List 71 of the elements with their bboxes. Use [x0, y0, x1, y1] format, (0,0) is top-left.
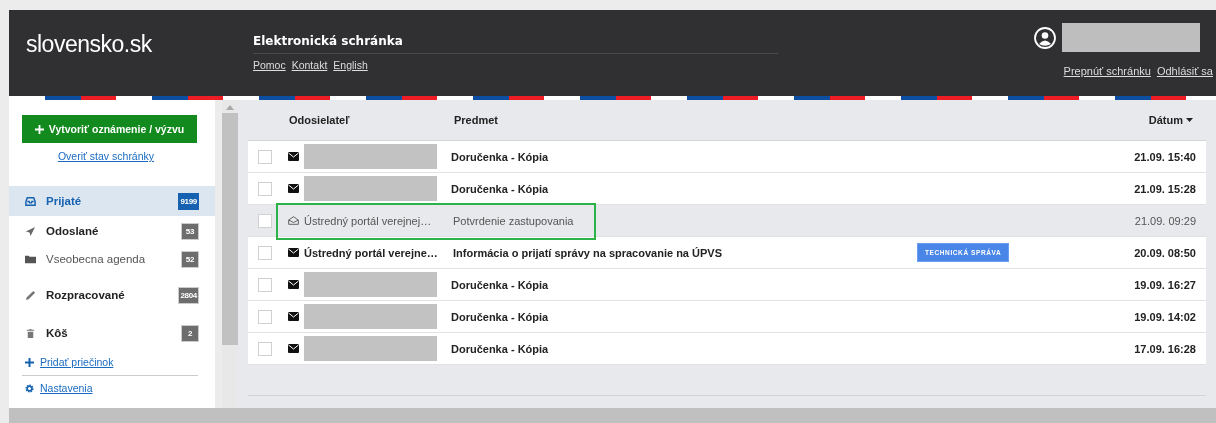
open-envelope-icon [288, 216, 299, 225]
folder-item[interactable]: Odoslané 53 [9, 216, 215, 246]
trash-icon [25, 327, 36, 339]
message-subject: Doručenka - Kópia [451, 182, 550, 195]
checkbox[interactable] [258, 213, 272, 228]
page-title: Elektronická schránka [253, 34, 778, 54]
message-date: 17.09. 16:28 [1134, 342, 1196, 355]
header-link[interactable]: English [333, 59, 368, 71]
envelope-icon [288, 248, 299, 257]
create-button[interactable]: Vytvoriť oznámenie / výzvu [22, 115, 197, 143]
account-link[interactable]: Prepnúť schránku [1063, 65, 1151, 77]
message-date: 19.09. 16:27 [1134, 278, 1196, 291]
message-date: 21.09. 15:40 [1134, 150, 1196, 163]
message-row[interactable]: Doručenka - Kópia 21.09. 15:40 [248, 141, 1206, 173]
checkbox[interactable] [258, 309, 272, 324]
plus-icon [25, 357, 34, 367]
message-date: 19.09. 14:02 [1134, 310, 1196, 323]
count-badge: 9199 [178, 192, 199, 210]
folder-item[interactable]: Prijaté 9199 [9, 186, 215, 216]
message-row[interactable]: Ústredný portál verejnej… Potvrdenie zastupovania 21.09. 09:29 [248, 205, 1206, 237]
envelope-icon [288, 184, 299, 193]
message-row[interactable]: Doručenka - Kópia 19.09. 14:02 [248, 301, 1206, 333]
envelope-icon [288, 344, 299, 353]
checkbox[interactable] [258, 149, 272, 164]
plus-icon [34, 124, 44, 134]
folder-item[interactable]: Vseobecna agenda 52 [9, 246, 215, 272]
count-badge: 53 [181, 222, 199, 240]
caret-icon [1186, 118, 1193, 122]
envelope-icon [288, 280, 299, 289]
envelope-icon [288, 312, 299, 321]
header-link[interactable]: Pomoc [253, 59, 286, 71]
column-header[interactable]: Predmet [454, 114, 754, 126]
sender-name: Ústredný portál verejnej… [304, 214, 433, 227]
count-badge: 52 [181, 250, 199, 268]
user-icon[interactable] [1034, 26, 1056, 49]
count-badge: 2 [181, 324, 199, 342]
check-status-link[interactable]: Overiť stav schránky [57, 150, 155, 162]
folder-icon [25, 253, 36, 265]
add-folder-link[interactable]: Pridať priečinok [40, 356, 114, 368]
inbox-icon [25, 195, 36, 207]
message-subject: Informácia o prijatí správy na spracovanie na ÚPVS [453, 246, 723, 259]
site-logo[interactable]: slovensko.sk [9, 10, 253, 96]
message-subject: Potvrdenie zastupovania [453, 214, 575, 227]
settings-icon [25, 383, 34, 393]
scroll-up-arrow-icon[interactable] [226, 104, 234, 110]
message-subject: Doručenka - Kópia [451, 278, 550, 291]
folder-item[interactable]: Kôš 2 [9, 318, 215, 348]
message-row[interactable]: Doručenka - Kópia 17.09. 16:28 [248, 333, 1206, 365]
message-date: 21.09. 15:28 [1134, 182, 1196, 195]
message-subject: Doručenka - Kópia [451, 342, 550, 355]
checkbox[interactable] [258, 181, 272, 196]
message-subject: Doručenka - Kópia [451, 150, 550, 163]
column-header[interactable]: Odosielateľ [289, 114, 454, 126]
message-row[interactable]: Doručenka - Kópia 19.09. 16:27 [248, 269, 1206, 301]
checkbox[interactable] [258, 341, 272, 356]
pencil-icon [25, 289, 36, 301]
envelope-icon [288, 152, 299, 161]
scrollbar[interactable] [222, 100, 238, 408]
checkbox[interactable] [258, 277, 272, 292]
message-subject: Doručenka - Kópia [451, 310, 550, 323]
account-link[interactable]: Odhlásiť sa [1156, 65, 1213, 77]
header-link[interactable]: Kontakt [291, 59, 328, 71]
column-header[interactable]: Dátum [1148, 114, 1193, 126]
paper-plane-icon [25, 225, 36, 237]
count-badge: 2804 [178, 286, 199, 304]
checkbox[interactable] [258, 245, 272, 260]
sender-name: Ústredný portál verejne… [304, 246, 439, 259]
message-date: 20.09. 08:50 [1134, 246, 1196, 259]
folder-item[interactable]: Rozpracované 2804 [9, 280, 215, 310]
message-date: 21.09. 09:29 [1134, 214, 1196, 227]
settings-link[interactable]: Nastavenia [40, 382, 93, 394]
